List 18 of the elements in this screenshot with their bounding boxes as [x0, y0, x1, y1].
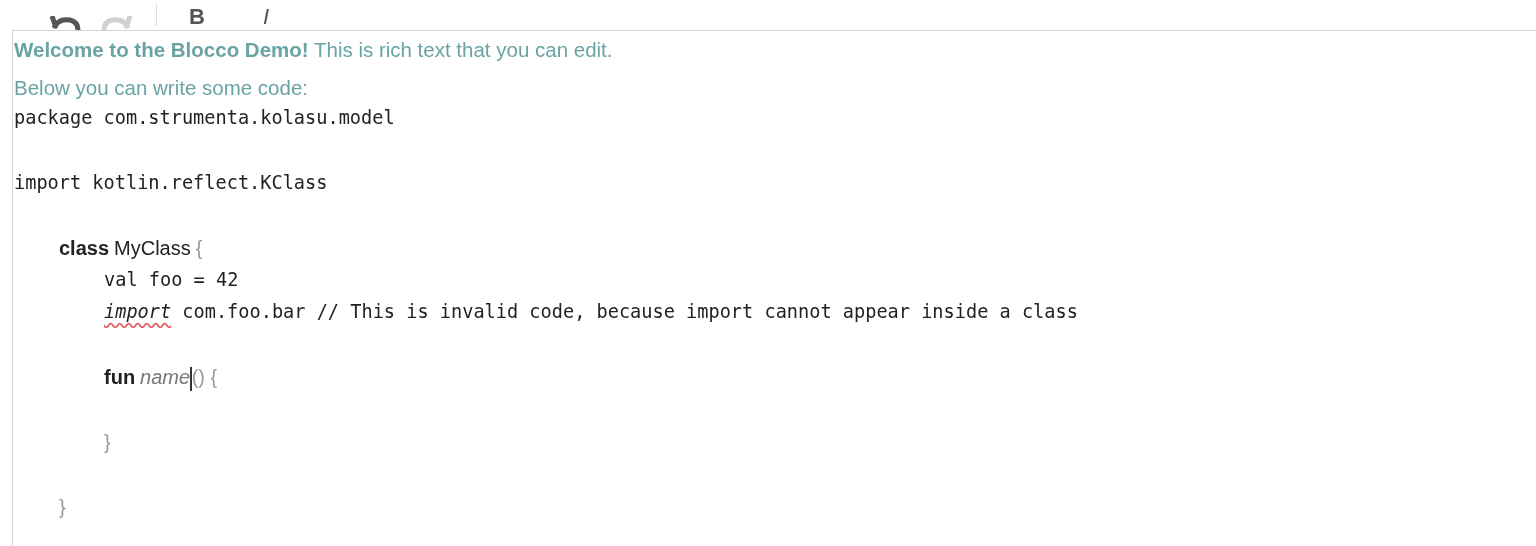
keyword: class: [59, 237, 110, 259]
undo-icon: [48, 16, 82, 30]
intro-text: Below you can write some code:: [14, 75, 309, 101]
code-line: package com.strumenta.kolasu.model: [14, 107, 395, 128]
code-line: com.foo.bar // This is invalid code, because import cannot appear inside a class: [182, 301, 1078, 322]
intro-text: Welcome to the Blocco Demo! This is rich text that you can edit.: [14, 37, 614, 63]
brace: () {: [191, 366, 218, 388]
code-line: import kotlin.reflect.KClass: [14, 172, 328, 193]
bold-button[interactable]: B: [169, 2, 225, 30]
code-line: val foo = 42: [104, 269, 239, 290]
brace: }: [104, 431, 111, 453]
keyword: fun: [104, 366, 136, 388]
brace: }: [59, 496, 66, 518]
italic-button[interactable]: I: [242, 2, 289, 30]
class-name: MyClass: [114, 237, 191, 259]
placeholder-name: name: [140, 366, 191, 388]
brace: {: [195, 237, 203, 259]
keyword: import: [104, 301, 172, 322]
